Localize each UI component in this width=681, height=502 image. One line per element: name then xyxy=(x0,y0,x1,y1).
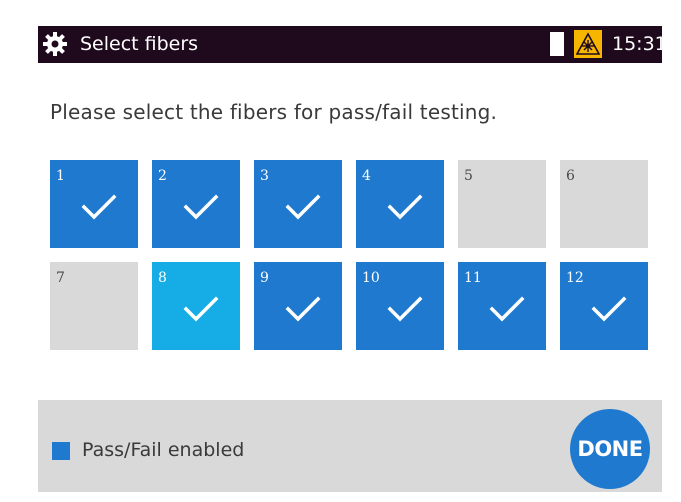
fiber-number: 3 xyxy=(260,168,269,184)
fiber-number: 11 xyxy=(464,270,482,286)
fiber-number: 1 xyxy=(56,168,65,184)
fiber-number: 9 xyxy=(260,270,269,286)
fiber-tile-10[interactable]: 10 xyxy=(356,262,444,350)
fiber-tile-1[interactable]: 1 xyxy=(50,160,138,248)
checkmark-icon xyxy=(81,194,117,220)
fiber-number: 8 xyxy=(158,270,167,286)
checkmark-icon xyxy=(591,296,627,322)
fiber-tile-2[interactable]: 2 xyxy=(152,160,240,248)
pass-fail-legend-label: Pass/Fail enabled xyxy=(82,439,245,461)
fiber-tile-4[interactable]: 4 xyxy=(356,160,444,248)
pass-fail-legend-swatch xyxy=(52,442,70,460)
fiber-tile-9[interactable]: 9 xyxy=(254,262,342,350)
fiber-tile-8[interactable]: 8 xyxy=(152,262,240,350)
fiber-tile-11[interactable]: 11 xyxy=(458,262,546,350)
checkmark-icon xyxy=(285,194,321,220)
fiber-number: 6 xyxy=(566,168,575,184)
gear-icon[interactable] xyxy=(42,31,68,57)
fiber-number: 2 xyxy=(158,168,167,184)
checkmark-icon xyxy=(183,296,219,322)
checkmark-icon xyxy=(285,296,321,322)
done-button[interactable]: DONE xyxy=(570,409,650,489)
checkmark-icon xyxy=(387,194,423,220)
title-bar: Select fibers 15:31 xyxy=(38,26,667,63)
fiber-tile-3[interactable]: 3 xyxy=(254,160,342,248)
fiber-tile-7[interactable]: 7 xyxy=(50,262,138,350)
clock: 15:31 xyxy=(612,33,667,55)
checkmark-icon xyxy=(489,296,525,322)
device-screen: Select fibers 15:31 Please select the fi… xyxy=(0,0,681,502)
footer-panel: Pass/Fail enabled DONE xyxy=(38,400,662,492)
laser-warning-icon xyxy=(574,30,602,58)
instruction-text: Please select the fibers for pass/fail t… xyxy=(50,100,498,124)
fiber-number: 5 xyxy=(464,168,473,184)
fiber-tile-5[interactable]: 5 xyxy=(458,160,546,248)
status-indicator xyxy=(550,32,564,56)
checkmark-icon xyxy=(183,194,219,220)
fiber-number: 12 xyxy=(566,270,584,286)
fiber-number: 10 xyxy=(362,270,380,286)
fiber-number: 4 xyxy=(362,168,371,184)
fiber-number: 7 xyxy=(56,270,65,286)
fiber-tile-6[interactable]: 6 xyxy=(560,160,648,248)
checkmark-icon xyxy=(387,296,423,322)
fiber-tile-12[interactable]: 12 xyxy=(560,262,648,350)
page-title: Select fibers xyxy=(80,33,199,55)
